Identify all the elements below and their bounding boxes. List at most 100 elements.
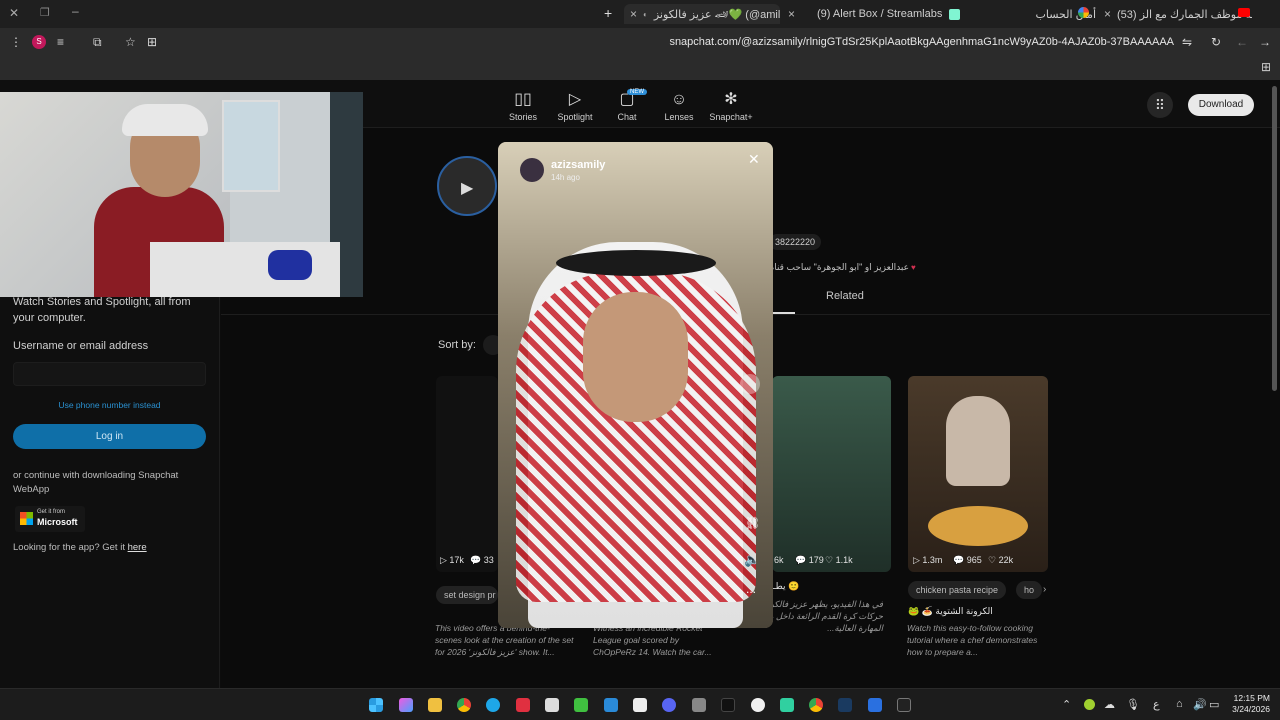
share-link-icon[interactable]: ⛓: [745, 516, 760, 530]
microsoft-store-badge[interactable]: Get it from Microsoft: [15, 506, 85, 532]
cursor-hand-icon: [740, 374, 760, 394]
app-icon-1[interactable]: [516, 698, 530, 712]
card4-desc: Watch this easy-to-follow cooking tutori…: [907, 623, 1038, 657]
app-icon-2[interactable]: [574, 698, 588, 712]
cam-headphones: [122, 104, 208, 136]
more-options-icon[interactable]: ...: [746, 582, 756, 596]
profile-bio: عبدالعزيز او "ابو الجوهرة" ساحب قناة: [769, 262, 909, 272]
microsoft-logo-icon: [20, 512, 33, 525]
volume-icon[interactable]: 🔈: [744, 552, 760, 568]
window-restore-icon[interactable]: ❐: [40, 6, 50, 19]
edge-icon[interactable]: [486, 698, 500, 712]
app-icon-4[interactable]: [692, 698, 706, 712]
tray-chevron-icon[interactable]: ⌃: [1062, 698, 1071, 711]
tab-youtube[interactable]: × (53) قصة موظف الجمارك مع الز: [1104, 4, 1252, 24]
new-tab-button[interactable]: +: [604, 5, 612, 21]
modal-author-avatar[interactable]: [520, 158, 544, 182]
video-card-1[interactable]: [436, 376, 498, 572]
app-icon-7[interactable]: [897, 698, 911, 712]
cam-poster: [222, 100, 280, 192]
volume-tray-icon[interactable]: 🔊: [1193, 698, 1207, 711]
tab-streamlabs[interactable]: × (9) Alert Box / Streamlabs: [788, 4, 960, 24]
page-scrollbar-thumb[interactable]: [1272, 86, 1277, 391]
extensions-icon[interactable]: ⧉: [93, 35, 102, 50]
reload-icon[interactable]: ↻: [1211, 35, 1221, 49]
nav-stories[interactable]: ▯▯ Stories: [498, 90, 548, 122]
card1-chip[interactable]: set design pr: [436, 586, 498, 604]
card4-thumb-dish: [928, 506, 1028, 546]
tab-underline: [773, 312, 795, 314]
phone-number-link[interactable]: Use phone number instead: [13, 400, 206, 410]
card4-chip-2[interactable]: ho: [1016, 581, 1043, 599]
card3-comments: 💬 179: [795, 555, 824, 565]
windows-taskbar: ⌃ ☁ 🎙 ع ⌂ 🔊 ▭ 12:15 PM 3/24/2026: [0, 688, 1280, 720]
network-icon[interactable]: ⌂: [1176, 698, 1183, 710]
window-minimize-icon[interactable]: –: [72, 4, 79, 18]
modal-close-icon[interactable]: ✕: [748, 151, 760, 168]
chips-next-icon[interactable]: ›: [1043, 584, 1046, 595]
apps-grid-icon[interactable]: ⊞: [1261, 60, 1271, 74]
battery-icon[interactable]: ▭: [1209, 698, 1219, 711]
discord-icon[interactable]: [662, 698, 676, 712]
cam-controller: [268, 250, 312, 280]
modal-username[interactable]: azizsamily: [551, 159, 605, 171]
window-close-icon[interactable]: ✕: [9, 6, 19, 20]
site-settings-icon[interactable]: ⇋: [1182, 35, 1192, 49]
menu-dots-icon[interactable]: ⋮: [10, 35, 22, 49]
card3-title: يطـ 🙂: [773, 581, 800, 591]
card4-comments: 💬 965: [953, 555, 982, 565]
url-text[interactable]: snapchat.com/@azizsamily/rlnigGTdSr25Kpl…: [669, 36, 1174, 48]
app-icon-3[interactable]: [604, 698, 618, 712]
clock[interactable]: 12:15 PM 3/24/2026: [1226, 693, 1270, 715]
back-icon[interactable]: →: [1259, 35, 1271, 49]
here-link[interactable]: here: [128, 542, 147, 553]
card4-chip[interactable]: chicken pasta recipe: [908, 581, 1007, 599]
video-card-3[interactable]: [772, 376, 891, 572]
ms-badge-small: Get it from: [37, 509, 66, 515]
tab-snapchat[interactable]: × ◐ عزيز فالكونز 🏎💚 (@amily: [624, 4, 780, 24]
forward-icon[interactable]: ←: [1236, 35, 1248, 49]
nav-lenses-label: Lenses: [664, 112, 694, 122]
tab-close-icon[interactable]: ×: [788, 7, 795, 21]
translate-icon[interactable]: ⊞: [147, 35, 157, 49]
app-icon-6[interactable]: [868, 698, 882, 712]
tab-related[interactable]: Related: [826, 290, 864, 302]
input-language[interactable]: ع: [1153, 698, 1160, 711]
start-icon[interactable]: [369, 698, 383, 712]
clock-date: 3/24/2026: [1232, 704, 1270, 714]
copilot-icon[interactable]: [399, 698, 413, 712]
chrome-icon-2[interactable]: [809, 698, 823, 712]
download-button[interactable]: Download: [1188, 94, 1254, 116]
address-bar: ⋮ S ≡ ⧉ ☆ ⊞ snapchat.com/@azizsamily/rln…: [0, 28, 1280, 56]
tab-close-icon[interactable]: ×: [630, 7, 637, 21]
card3-views: 6k: [774, 555, 784, 565]
steam-icon[interactable]: [838, 698, 852, 712]
tab-close-icon[interactable]: ×: [1104, 7, 1111, 21]
apps-grid-button[interactable]: ⠿: [1147, 92, 1173, 118]
tab-label: عزيز فالكونز 🏎💚 (@amily: [653, 8, 780, 21]
profile-avatar[interactable]: S: [32, 35, 46, 49]
tray-mic-icon[interactable]: 🎙: [1126, 698, 1140, 711]
ms-badge-big: Microsoft: [37, 517, 78, 527]
tray-app-icon[interactable]: [1084, 699, 1095, 710]
bookmark-star-icon[interactable]: ☆: [125, 35, 136, 49]
notepad-icon[interactable]: [633, 698, 647, 712]
chrome-icon[interactable]: [457, 698, 471, 712]
nav-spotlight[interactable]: ▷ Spotlight: [550, 90, 600, 122]
reading-list-icon[interactable]: ≡: [57, 35, 64, 49]
nav-snapchat-plus[interactable]: ✻ Snapchat+: [706, 90, 756, 122]
tiktok-icon[interactable]: [721, 698, 735, 712]
video-card-4[interactable]: [908, 376, 1048, 572]
streamlabs-icon[interactable]: [780, 698, 794, 712]
username-input[interactable]: [13, 362, 206, 386]
store-icon[interactable]: [545, 698, 559, 712]
file-explorer-icon[interactable]: [428, 698, 442, 712]
snapchat-plus-icon: ✻: [724, 91, 738, 108]
tray-cloud-icon[interactable]: ☁: [1104, 698, 1115, 711]
heart-icon: ♥: [911, 263, 916, 272]
login-button[interactable]: Log in: [13, 424, 206, 449]
tab-label: (9) Alert Box / Streamlabs: [817, 8, 943, 20]
nav-lenses[interactable]: ☺ Lenses: [654, 90, 704, 122]
profile-avatar-ring[interactable]: ▶: [437, 156, 497, 216]
app-icon-5[interactable]: [751, 698, 765, 712]
